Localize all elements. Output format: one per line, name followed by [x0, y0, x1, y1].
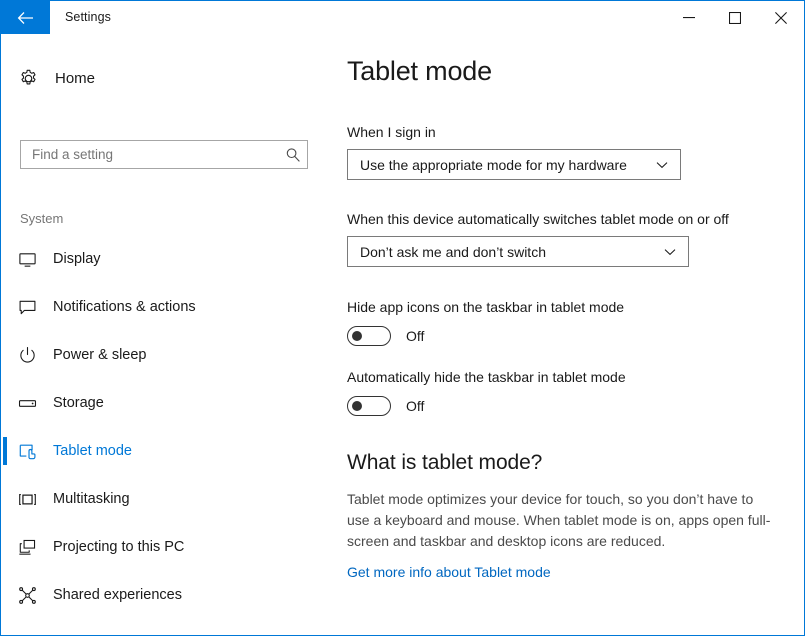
sidebar-item-label: Display: [53, 251, 101, 267]
chevron-down-icon: [661, 248, 679, 256]
sidebar-item-display[interactable]: Display: [1, 235, 328, 283]
sidebar-item-label: Projecting to this PC: [53, 539, 185, 555]
toggle-knob: [352, 401, 362, 411]
tablet-touch-icon: [18, 442, 50, 461]
when-sign-in-label: When I sign in: [347, 124, 436, 140]
project-screen-icon: [18, 538, 50, 557]
sidebar-item-remote-desktop[interactable]: Remote Desktop: [1, 619, 328, 635]
sidebar-item-label: Shared experiences: [53, 587, 182, 603]
section-hide-taskbar: Automatically hide the taskbar in tablet…: [347, 369, 626, 416]
share-nodes-icon: [18, 586, 50, 605]
toggle-knob: [352, 331, 362, 341]
sidebar-item-home[interactable]: Home: [15, 61, 315, 95]
hide-app-icons-toggle[interactable]: [347, 326, 391, 346]
close-icon: [775, 11, 787, 24]
sidebar-item-label: Tablet mode: [53, 443, 132, 459]
monitor-icon: [18, 250, 50, 269]
sidebar-item-projecting-to-this-pc[interactable]: Projecting to this PC: [1, 523, 328, 571]
auto-switch-label: When this device automatically switches …: [347, 211, 729, 227]
sidebar-item-label: Notifications & actions: [53, 299, 196, 315]
sidebar-item-storage[interactable]: Storage: [1, 379, 328, 427]
hide-app-icons-row: Off: [347, 326, 624, 346]
hide-taskbar-label: Automatically hide the taskbar in tablet…: [347, 369, 626, 385]
section-auto-switch: When this device automatically switches …: [347, 211, 729, 267]
sidebar-item-label: Storage: [53, 395, 104, 411]
sidebar-item-tablet-mode[interactable]: Tablet mode: [1, 427, 328, 475]
settings-window: Settings Home Find a setting System Disp…: [0, 0, 805, 636]
sidebar-item-notifications-actions[interactable]: Notifications & actions: [1, 283, 328, 331]
minimize-button[interactable]: [666, 1, 712, 34]
maximize-icon: [729, 11, 741, 24]
section-hide-app-icons: Hide app icons on the taskbar in tablet …: [347, 299, 624, 346]
search-input[interactable]: [21, 141, 279, 168]
get-more-info-link[interactable]: Get more info about Tablet mode: [347, 564, 551, 580]
sidebar-nav-list: Display Notifications & actions Power & …: [1, 235, 328, 635]
when-sign-in-value: Use the appropriate mode for my hardware: [360, 156, 627, 173]
sidebar: Home System Display: [1, 34, 328, 635]
hide-taskbar-toggle[interactable]: [347, 396, 391, 416]
auto-switch-value: Don’t ask me and don’t switch: [360, 243, 546, 260]
title-bar: Settings: [1, 1, 804, 34]
hide-taskbar-row: Off: [347, 396, 626, 416]
section-about-tablet-mode: What is tablet mode? Tablet mode optimiz…: [347, 451, 787, 582]
section-when-i-sign-in: When I sign in Use the appropriate mode …: [347, 124, 681, 180]
sidebar-home-label: Home: [55, 69, 96, 87]
close-button[interactable]: [758, 1, 804, 34]
search-box[interactable]: [20, 140, 308, 169]
auto-switch-dropdown[interactable]: Don’t ask me and don’t switch: [347, 236, 689, 267]
page-title: Tablet mode: [347, 56, 492, 86]
gear-icon: [19, 69, 49, 88]
sidebar-item-shared-experiences[interactable]: Shared experiences: [1, 571, 328, 619]
sidebar-group-label: System: [20, 211, 64, 226]
window-title: Settings: [65, 10, 111, 24]
sidebar-item-power-sleep[interactable]: Power & sleep: [1, 331, 328, 379]
main-content: Tablet mode When I sign in Use the appro…: [328, 34, 804, 635]
chevron-down-icon: [653, 161, 671, 169]
speech-bubble-icon: [18, 298, 50, 317]
about-description: Tablet mode optimizes your device for to…: [347, 491, 771, 549]
sidebar-item-label: Power & sleep: [53, 347, 147, 363]
window-controls: [666, 1, 804, 34]
back-button[interactable]: [1, 1, 50, 34]
hide-taskbar-state: Off: [406, 398, 425, 414]
sidebar-item-label: Multitasking: [53, 491, 130, 507]
back-arrow-icon: [17, 11, 34, 25]
when-sign-in-dropdown[interactable]: Use the appropriate mode for my hardware: [347, 149, 681, 180]
about-heading: What is tablet mode?: [347, 451, 543, 474]
minimize-icon: [683, 16, 695, 19]
power-icon: [18, 346, 50, 365]
hide-app-icons-label: Hide app icons on the taskbar in tablet …: [347, 299, 625, 315]
search-icon[interactable]: [279, 147, 307, 163]
selection-accent-bar: [3, 437, 7, 465]
multitasking-icon: [18, 490, 50, 509]
sidebar-item-multitasking[interactable]: Multitasking: [1, 475, 328, 523]
drive-icon: [18, 394, 50, 413]
hide-app-icons-state: Off: [406, 328, 425, 344]
maximize-button[interactable]: [712, 1, 758, 34]
